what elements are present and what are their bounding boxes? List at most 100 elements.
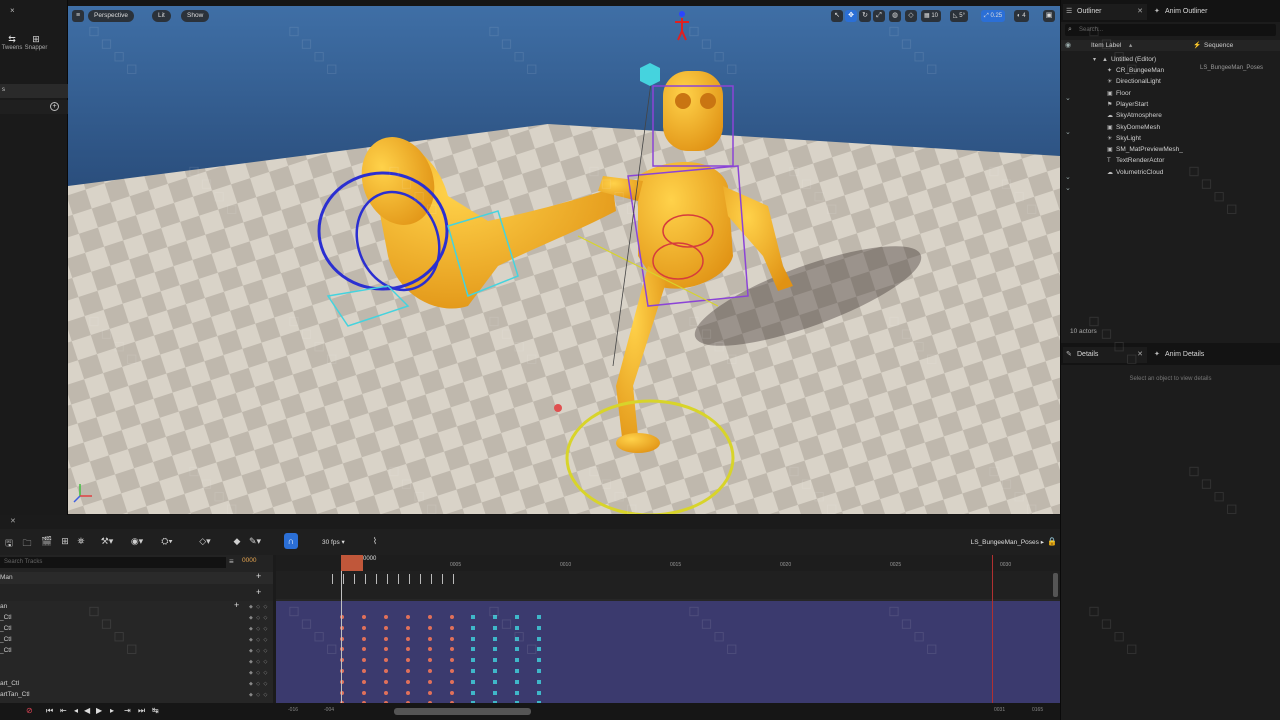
rig-key-tick[interactable] (420, 574, 421, 584)
keyframe[interactable] (427, 615, 432, 619)
keyframe[interactable] (383, 636, 388, 641)
red-pivot-dot[interactable] (554, 404, 562, 412)
outliner-item[interactable]: ☀ DirectionalLight (1107, 76, 1161, 87)
rig-key-tick[interactable] (442, 574, 443, 584)
track-controls[interactable]: ◆ ◇ ◇ (249, 626, 268, 632)
step-back-frame-icon[interactable]: ◂ (74, 706, 78, 715)
keyframe[interactable] (493, 647, 498, 652)
time-ruler[interactable] (276, 555, 1060, 571)
visibility-toggle-icon[interactable]: ⌄ (1065, 128, 1071, 136)
track-controls[interactable]: ◆ ◇ ◇ (249, 692, 268, 698)
timeline-area[interactable]: 0005 0010 0015 0020 0025 0030 0000 (276, 555, 1060, 703)
keyframe[interactable] (471, 679, 476, 684)
left-section-header[interactable]: s (0, 84, 68, 98)
keyframe[interactable] (405, 690, 410, 695)
outliner-root-row[interactable]: ▾ ▲ Untitled (Editor) (1093, 54, 1156, 65)
rig-key-tick[interactable] (409, 574, 410, 584)
track-controls[interactable]: ◆ ◇ ◇ (249, 615, 268, 621)
keyframe[interactable] (405, 625, 410, 630)
outliner-item[interactable]: ▣ Floor (1107, 88, 1131, 99)
snapper-tool[interactable]: ⊞ Snapper (24, 34, 48, 51)
tab-anim-details[interactable]: ✦ Anim Details (1151, 347, 1251, 363)
perspective-button[interactable]: Perspective (88, 10, 134, 22)
keyframe[interactable] (537, 636, 542, 641)
rig-key-tick[interactable] (354, 574, 355, 584)
rig-track-lane[interactable] (276, 571, 1060, 599)
keyframe[interactable] (427, 625, 432, 630)
keyframe[interactable] (361, 690, 366, 695)
keyframe[interactable] (449, 615, 454, 619)
outliner-item[interactable]: ☁ SkyAtmosphere (1107, 110, 1162, 121)
step-back-key-icon[interactable]: ⇤ (60, 706, 67, 715)
keyframe[interactable] (449, 690, 454, 695)
viewport-menu-icon[interactable]: ≡ (72, 10, 84, 22)
outliner-item[interactable]: ⚑ PlayerStart (1107, 99, 1148, 110)
render-movie-icon[interactable]: 🎬 (40, 536, 54, 547)
tools-dropdown-icon[interactable]: ⚒▾ (100, 536, 114, 547)
keyframe[interactable] (537, 625, 542, 630)
find-asset-icon[interactable]: 🗀 (20, 536, 34, 552)
visibility-toggle-icon[interactable]: ⌄ (1065, 173, 1071, 181)
keyframe[interactable] (493, 636, 498, 641)
track-controls[interactable]: ◆ ◇ ◇ (249, 648, 268, 654)
go-to-end-icon[interactable]: ⏭ (138, 706, 145, 716)
end-range-marker[interactable] (992, 555, 993, 703)
keyframe[interactable] (405, 636, 410, 641)
rig-key-tick[interactable] (365, 574, 366, 584)
keyframe[interactable] (449, 625, 454, 630)
vertical-scrollbar[interactable] (1053, 573, 1058, 597)
auto-key-icon[interactable]: ⛯ (74, 536, 88, 547)
keyframe[interactable] (361, 679, 366, 684)
keyframe[interactable] (515, 690, 520, 695)
grid-snap-field[interactable]: ▦ 10 (921, 10, 942, 22)
grid-icon[interactable]: ⊞ (58, 536, 72, 547)
keyframe[interactable] (383, 625, 388, 630)
keyframe[interactable] (537, 669, 542, 673)
track-search-input[interactable]: Search Tracks (0, 557, 226, 568)
keyframe[interactable] (493, 615, 498, 619)
key-interp-icon[interactable]: ◇▾ (198, 536, 212, 547)
timeline-scrollbar[interactable] (394, 708, 531, 715)
keyframe[interactable] (471, 636, 476, 641)
rotate-tool-icon[interactable]: ↻ (859, 10, 871, 22)
keyframe[interactable] (493, 679, 498, 684)
world-space-icon[interactable]: ◍ (889, 10, 901, 22)
range-start-inner[interactable]: -004 (324, 707, 334, 713)
outliner-item-sequence[interactable]: LS_BungeeMan_Poses (1200, 65, 1263, 71)
track-label[interactable]: _Ctl (0, 647, 12, 654)
keyframe[interactable] (471, 647, 476, 652)
outliner-search-input[interactable]: ⌕ Search... (1065, 24, 1276, 36)
track-label[interactable]: artTan_Ctl (0, 691, 30, 698)
surface-snap-icon[interactable]: ◇ (905, 10, 917, 22)
show-button[interactable]: Show (181, 10, 210, 22)
keyframe[interactable] (515, 647, 520, 652)
keyframe[interactable] (471, 615, 476, 619)
snap-magnet-icon[interactable]: ∩ (284, 533, 298, 549)
add-track-icon[interactable]: + (234, 600, 239, 610)
keyframe[interactable] (383, 615, 388, 619)
keyframe[interactable] (383, 658, 388, 663)
keyframe[interactable] (537, 658, 542, 663)
current-frame-field[interactable]: 0000 (242, 557, 256, 564)
keyframe[interactable] (427, 679, 432, 684)
filter-icon[interactable]: ≡ (229, 557, 234, 566)
curve-editor-icon[interactable]: ⌇ (368, 536, 382, 547)
range-end-inner[interactable]: 0031 (994, 707, 1005, 713)
playhead-handle[interactable]: 0000 (341, 555, 376, 571)
maximize-viewport-icon[interactable]: ▣ (1043, 10, 1055, 22)
loop-icon[interactable]: ↹ (152, 706, 159, 715)
track-label[interactable]: art_Ctl (0, 680, 19, 687)
keyframe[interactable] (427, 690, 432, 695)
outliner-item[interactable]: T TextRenderActor (1107, 155, 1164, 166)
outliner-item[interactable]: ✦ CR_BungeeMan (1107, 65, 1164, 76)
close-details-icon[interactable]: ✕ (1137, 347, 1143, 363)
close-outliner-icon[interactable]: ✕ (1137, 4, 1143, 20)
keyframe[interactable] (515, 636, 520, 641)
keyframe[interactable] (361, 625, 366, 630)
translate-tool-icon[interactable]: ✥ (845, 10, 857, 22)
rig-key-tick[interactable] (453, 574, 454, 584)
view-options-icon[interactable]: ◉▾ (130, 536, 144, 547)
keyframe[interactable] (471, 658, 476, 663)
keyframe[interactable] (537, 679, 542, 684)
sequencer-close-icon[interactable]: ✕ (10, 517, 16, 525)
